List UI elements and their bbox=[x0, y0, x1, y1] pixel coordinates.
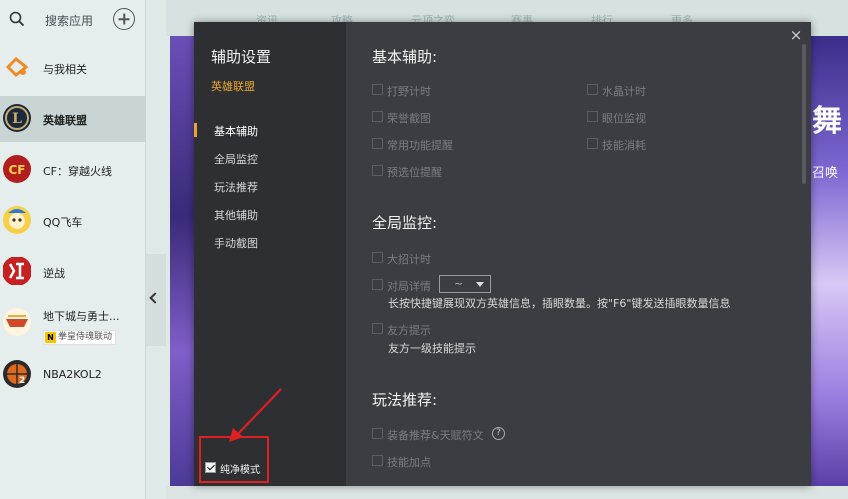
section-title-basic: 基本辅助: bbox=[372, 48, 438, 66]
checkbox[interactable] bbox=[372, 84, 383, 95]
nav-item-screenshot[interactable]: 手动截图 bbox=[214, 235, 258, 251]
nizhan-logo-icon bbox=[3, 257, 31, 285]
nav-item-basic[interactable]: 基本辅助 bbox=[214, 123, 258, 139]
event-badge[interactable]: N 拳皇侍魂联动 bbox=[43, 330, 117, 345]
checkbox[interactable] bbox=[372, 252, 383, 263]
badge-label: 拳皇侍魂联动 bbox=[58, 332, 113, 342]
option-label: 装备推荐&天赋符文 bbox=[387, 429, 484, 442]
checkbox[interactable] bbox=[372, 111, 383, 122]
sidebar-item-cf[interactable]: CF CF：穿越火线 bbox=[0, 147, 146, 193]
search-label[interactable]: 搜索应用 bbox=[45, 12, 93, 29]
content-scrollbar[interactable] bbox=[802, 44, 806, 184]
highlight-box: 纯净模式 bbox=[199, 436, 269, 483]
game-name: 英雄联盟 bbox=[211, 80, 255, 93]
banner-title: 舞 bbox=[812, 104, 842, 139]
help-icon[interactable]: ? bbox=[492, 427, 505, 440]
checkbox[interactable] bbox=[587, 111, 598, 122]
option-label: 对局详情 bbox=[387, 280, 431, 293]
pure-mode-label: 纯净模式 bbox=[220, 465, 260, 476]
search-icon[interactable] bbox=[8, 10, 26, 28]
match-detail-description: 长按快捷键展现双方英雄信息，插眼数量。按"F6"键发送插眼数量信息 bbox=[388, 297, 731, 310]
option-label: 常用功能提醒 bbox=[387, 139, 453, 152]
checkbox[interactable] bbox=[372, 165, 383, 176]
option-label: 预选位提醒 bbox=[387, 166, 442, 179]
sidebar-item-dnf[interactable]: 地下城与勇士... N 拳皇侍魂联动 bbox=[0, 300, 146, 346]
option-label: 水晶计时 bbox=[602, 85, 646, 98]
settings-nav: 辅助设置 英雄联盟 基本辅助 全局监控 玩法推荐 其他辅助 手动截图 纯净模式 bbox=[194, 22, 346, 486]
close-icon[interactable]: × bbox=[789, 28, 803, 43]
sidebar: 搜索应用 与我相关 L 英雄联盟 CF CF：穿越火线 QQ飞车 逆战 地下城与… bbox=[0, 0, 146, 499]
background-banner-right: 舞 召唤 bbox=[810, 36, 848, 486]
svg-text:L: L bbox=[12, 111, 22, 127]
caret-down-icon bbox=[476, 282, 484, 287]
related-icon bbox=[5, 56, 29, 78]
assist-settings-dialog: 辅助设置 英雄联盟 基本辅助 全局监控 玩法推荐 其他辅助 手动截图 纯净模式 … bbox=[194, 22, 811, 486]
option-label: 打野计时 bbox=[387, 85, 431, 98]
dialog-title: 辅助设置 bbox=[211, 48, 272, 66]
sidebar-item-nba2kol2[interactable]: 2 NBA2KOL2 bbox=[0, 352, 146, 398]
nav-item-global[interactable]: 全局监控 bbox=[214, 151, 258, 167]
sidebar-item-label: 地下城与勇士... bbox=[43, 310, 120, 323]
chevron-left-icon bbox=[149, 292, 161, 304]
hotkey-dropdown[interactable]: ~ bbox=[439, 275, 491, 293]
option-label: 技能消耗 bbox=[602, 139, 646, 152]
sidebar-item-nizhan[interactable]: 逆战 bbox=[0, 249, 146, 295]
option-label: 技能加点 bbox=[387, 456, 431, 469]
pure-mode-checkbox[interactable] bbox=[205, 462, 216, 473]
checkbox[interactable] bbox=[372, 138, 383, 149]
sidebar-item-qqspeed[interactable]: QQ飞车 bbox=[0, 198, 146, 244]
crossfire-logo-icon: CF bbox=[3, 155, 31, 183]
svg-text:2: 2 bbox=[19, 376, 25, 386]
checkbox[interactable] bbox=[587, 138, 598, 149]
sidebar-item-label: 与我相关 bbox=[43, 63, 87, 76]
checkbox[interactable] bbox=[372, 428, 383, 439]
dropdown-value: ~ bbox=[454, 277, 464, 290]
nav-item-recommend[interactable]: 玩法推荐 bbox=[214, 179, 258, 195]
collapse-sidebar-button[interactable] bbox=[146, 254, 166, 346]
settings-content[interactable]: 基本辅助: 打野计时 荣誉截图 常用功能提醒 预选位提醒 水晶计时 眼位监视 技… bbox=[346, 22, 798, 486]
sidebar-item-label: CF：穿越火线 bbox=[43, 165, 113, 178]
background-footer bbox=[166, 486, 848, 499]
banner-subtitle: 召唤 bbox=[812, 166, 839, 181]
sidebar-search-row[interactable]: 搜索应用 bbox=[0, 0, 146, 40]
badge-n-icon: N bbox=[45, 332, 56, 343]
league-of-legends-logo-icon: L bbox=[3, 104, 31, 132]
add-app-icon[interactable] bbox=[113, 8, 135, 30]
section-title-global: 全局监控: bbox=[372, 214, 438, 232]
sidebar-item-label: 逆战 bbox=[43, 267, 65, 280]
sidebar-item-related[interactable]: 与我相关 bbox=[0, 45, 146, 91]
background-banner-left bbox=[170, 36, 194, 486]
qq-speed-logo-icon bbox=[3, 206, 31, 234]
nav-item-other[interactable]: 其他辅助 bbox=[214, 207, 258, 223]
dnf-logo-icon bbox=[3, 308, 31, 336]
nba2kol2-logo-icon: 2 bbox=[3, 360, 31, 388]
sidebar-item-label: QQ飞车 bbox=[43, 216, 83, 229]
ally-tip-description: 友方一级技能提示 bbox=[388, 342, 476, 355]
checkbox[interactable] bbox=[372, 323, 383, 334]
option-label: 友方提示 bbox=[387, 324, 431, 337]
sidebar-item-lol[interactable]: L 英雄联盟 bbox=[0, 96, 146, 142]
checkbox[interactable] bbox=[587, 84, 598, 95]
checkbox[interactable] bbox=[372, 279, 383, 290]
option-label: 眼位监视 bbox=[602, 112, 646, 125]
svg-text:CF: CF bbox=[8, 163, 25, 177]
checkbox[interactable] bbox=[372, 455, 383, 466]
nav-active-marker bbox=[194, 123, 197, 137]
sidebar-item-label: 英雄联盟 bbox=[43, 114, 87, 127]
sidebar-item-label: NBA2KOL2 bbox=[43, 368, 102, 381]
section-title-recommend: 玩法推荐: bbox=[372, 391, 438, 409]
option-label: 荣誉截图 bbox=[387, 112, 431, 125]
option-label: 大招计时 bbox=[387, 253, 431, 266]
